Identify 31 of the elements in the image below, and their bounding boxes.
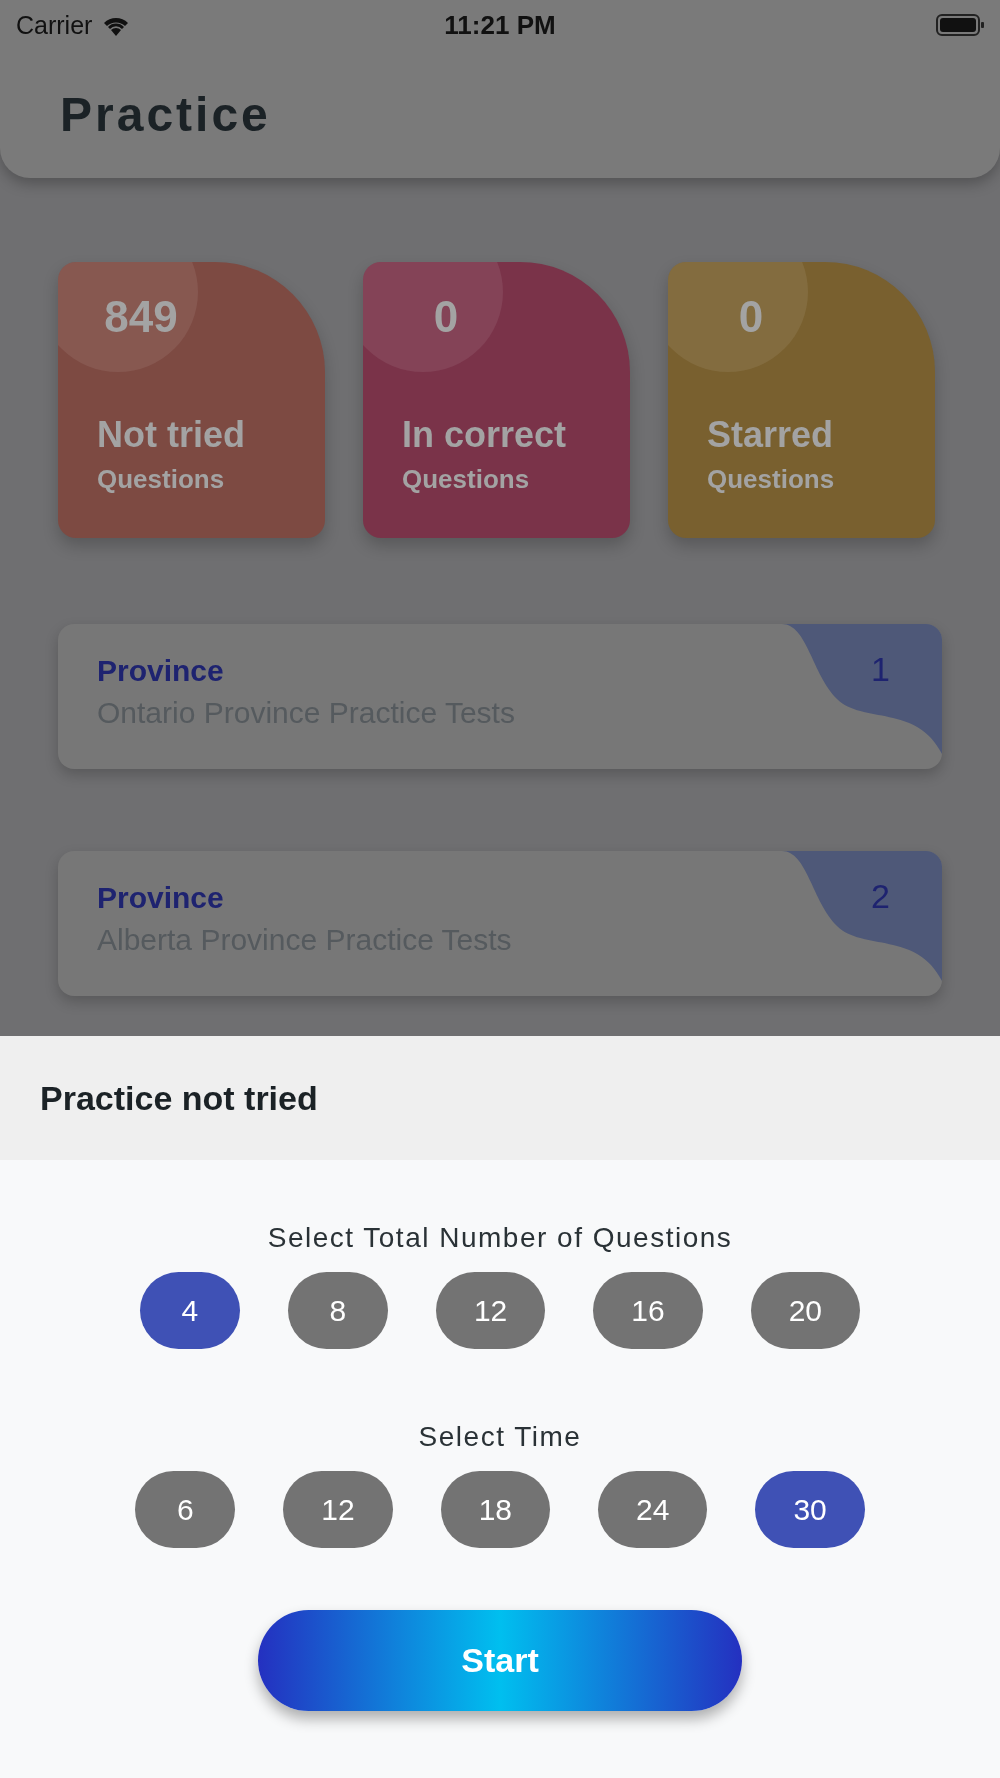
stat-label: In correct [402,414,568,456]
carrier-name: Carrier [16,10,93,40]
stat-value: 0 [432,292,460,342]
stat-label: Not tried [97,414,246,456]
stat-sublabel: Questions [707,464,836,495]
stat-sublabel: Questions [402,464,531,495]
start-button[interactable]: Start [258,1610,742,1711]
question-count-label: Select Total Number of Questions [267,1222,733,1254]
option-chip[interactable]: 30 [755,1471,865,1548]
stat-value: 849 [103,292,179,342]
option-chip[interactable]: 12 [435,1272,546,1349]
time-label: Select Time [418,1421,582,1453]
stat-card[interactable]: 0 In correct Questions [363,262,630,538]
option-chip[interactable]: 24 [598,1471,708,1548]
battery-icon [936,13,984,37]
province-category: Province [97,881,224,915]
option-chip[interactable]: 4 [139,1272,240,1349]
stat-sublabel: Questions [97,464,226,495]
option-chip[interactable]: 12 [283,1471,393,1548]
option-chip[interactable]: 20 [750,1272,861,1349]
stat-label: Starred [707,414,835,456]
sheet-title: Practice not tried [40,1078,318,1118]
option-chip[interactable]: 8 [287,1272,388,1349]
clock-time: 11:21 PM [444,9,556,41]
stat-value: 0 [737,292,765,342]
option-chip[interactable]: 16 [593,1272,703,1349]
province-category: Province [97,654,224,688]
option-chip[interactable]: 6 [135,1471,236,1548]
stat-card[interactable]: 849 Not tried Questions [58,262,325,538]
page-title: Practice [60,86,271,142]
option-chip[interactable]: 18 [440,1471,550,1548]
